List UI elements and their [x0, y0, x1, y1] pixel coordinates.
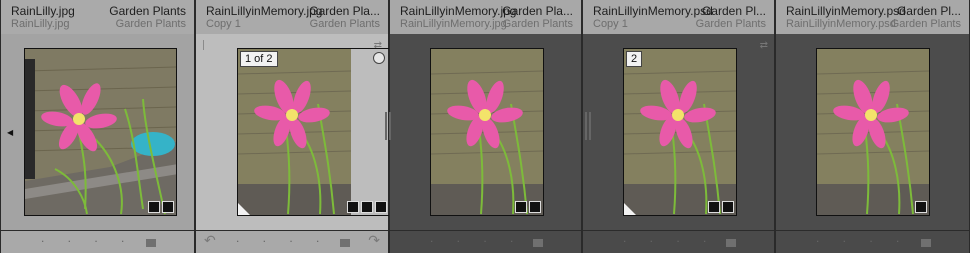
cell-footer: ↶ . . . . . ↷: [196, 230, 388, 253]
rating-stars[interactable]: . . . . .: [623, 231, 743, 245]
photo-thumbnail[interactable]: [816, 48, 930, 216]
copy-name: Copy 1: [593, 18, 628, 30]
crop-icon[interactable]: [722, 201, 734, 213]
thumbnail-badges: [515, 201, 541, 213]
collection-name: Garden Pla...: [309, 4, 380, 18]
metadata-tag-icon[interactable]: [515, 201, 527, 213]
photo-cell-4[interactable]: RainLillyinMemory.psd Copy 1 Garden Pl..…: [582, 0, 775, 253]
cell-header: RainLilly.jpg RainLilly.jpg Garden Plant…: [1, 0, 194, 34]
color-label-icon[interactable]: [921, 239, 931, 247]
stack-count-badge[interactable]: 2: [626, 51, 643, 67]
photo-thumbnail[interactable]: 2: [623, 48, 737, 216]
collapse-arrow-icon[interactable]: ◀: [7, 128, 13, 137]
resize-grip[interactable]: [585, 112, 591, 140]
copy-name: RainLillyinMemory.psd: [786, 18, 896, 30]
adjustments-icon[interactable]: [162, 201, 174, 213]
photo-cell-5[interactable]: RainLillyinMemory.psd RainLillyinMemory.…: [775, 0, 970, 253]
color-label-icon[interactable]: [340, 239, 350, 247]
filename: RainLillyinMemory.jpg: [206, 4, 323, 18]
collection-sub: Garden Plants: [695, 18, 766, 30]
filename: RainLillyinMemory.psd: [786, 4, 906, 18]
copy-name: RainLillyinMemory.jpg: [400, 18, 507, 30]
color-label-icon[interactable]: [146, 239, 156, 247]
filename: RainLilly.jpg: [11, 4, 75, 18]
thumbnail-badges: [347, 201, 387, 213]
color-label-icon[interactable]: [533, 239, 543, 247]
cell-header: RainLillyinMemory.psd RainLillyinMemory.…: [776, 0, 969, 34]
adjustments-icon[interactable]: [361, 201, 373, 213]
rotate-left-icon[interactable]: ↶: [204, 232, 216, 249]
collection-sub: Garden Plants: [115, 18, 186, 30]
collection-sub: Garden Plants: [309, 18, 380, 30]
cell-header: RainLillyinMemory.jpg Copy 1 Garden Pla.…: [196, 0, 388, 34]
stack-corner-icon: [238, 203, 250, 215]
collection-sub: Garden Plants: [502, 18, 573, 30]
flower-image: [431, 49, 543, 215]
flower-image: [817, 49, 929, 215]
cell-footer: . . . . .: [390, 230, 581, 253]
resize-grip[interactable]: [385, 112, 391, 140]
rating-stars[interactable]: . . . . .: [816, 231, 936, 245]
flower-image: [25, 49, 176, 215]
metadata-tag-icon[interactable]: [148, 201, 160, 213]
thumbnail-badges: [148, 201, 174, 213]
flag-icon[interactable]: [203, 40, 214, 50]
collection-name: Garden Pl...: [896, 4, 961, 18]
photo-cell-2[interactable]: RainLillyinMemory.jpg Copy 1 Garden Pla.…: [195, 0, 390, 253]
photo-thumbnail[interactable]: [24, 48, 177, 216]
filename: RainLillyinMemory.jpg: [400, 4, 517, 18]
crop-icon[interactable]: [375, 201, 387, 213]
cell-footer: . . . . .: [583, 230, 774, 253]
collection-name: Garden Plants: [109, 4, 186, 18]
color-label-icon[interactable]: [726, 239, 736, 247]
adjustments-icon[interactable]: [529, 201, 541, 213]
virtual-copy-icon[interactable]: ⇄: [760, 40, 768, 51]
collection-name: Garden Pla...: [502, 4, 573, 18]
rating-stars[interactable]: . . . . .: [41, 231, 161, 245]
filename: RainLillyinMemory.psd: [593, 4, 713, 18]
cell-footer: . . . . .: [776, 230, 969, 253]
rating-stars[interactable]: . . . . .: [236, 231, 356, 245]
rotate-right-icon[interactable]: ↷: [368, 232, 380, 249]
rating-stars[interactable]: . . . . .: [430, 231, 550, 245]
filmstrip-grid: RainLilly.jpg RainLilly.jpg Garden Plant…: [0, 0, 970, 253]
cell-header: RainLillyinMemory.psd Copy 1 Garden Pl..…: [583, 0, 774, 34]
flower-image: [624, 49, 736, 215]
flower-image: [238, 49, 351, 215]
copy-name: RainLilly.jpg: [11, 18, 70, 30]
adjustments-icon[interactable]: [708, 201, 720, 213]
select-circle-icon[interactable]: [373, 52, 385, 64]
photo-thumbnail[interactable]: 1 of 2: [237, 48, 390, 216]
collection-name: Garden Pl...: [701, 4, 766, 18]
thumbnail-badges: [708, 201, 734, 213]
adjustments-icon[interactable]: [915, 201, 927, 213]
stack-corner-icon: [624, 203, 636, 215]
metadata-tag-icon[interactable]: [347, 201, 359, 213]
photo-thumbnail[interactable]: [430, 48, 544, 216]
collection-sub: Garden Plants: [890, 18, 961, 30]
photo-cell-3[interactable]: RainLillyinMemory.jpg RainLillyinMemory.…: [385, 0, 582, 253]
cell-header: RainLillyinMemory.jpg RainLillyinMemory.…: [390, 0, 581, 34]
cell-footer: . . . . .: [1, 230, 194, 253]
copy-name: Copy 1: [206, 18, 241, 30]
photo-cell-1[interactable]: RainLilly.jpg RainLilly.jpg Garden Plant…: [0, 0, 202, 253]
stack-count-badge[interactable]: 1 of 2: [240, 51, 278, 67]
thumbnail-badges: [915, 201, 927, 213]
